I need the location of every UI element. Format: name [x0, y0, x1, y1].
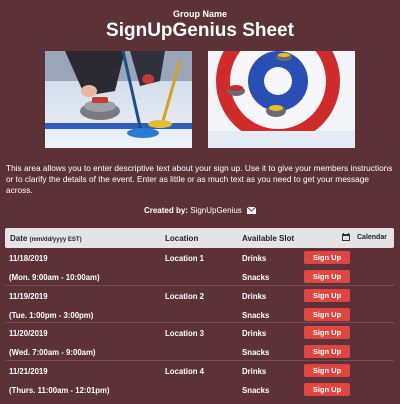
creator-name: SignUpGenius	[190, 206, 242, 215]
sign-up-button[interactable]: Sign Up	[304, 326, 350, 339]
row-location: Location 3	[165, 329, 204, 338]
slot-name: Drinks	[242, 254, 267, 263]
row-location: Location 4	[165, 366, 204, 376]
created-by-label: Created by:	[143, 206, 188, 215]
curling-sweeping-photo	[45, 51, 192, 148]
envelope-icon[interactable]	[247, 207, 257, 214]
slot-name: Snacks	[242, 273, 270, 282]
column-date-label: Date	[10, 234, 28, 243]
sign-up-description: This area allows you to enter descriptiv…	[6, 163, 393, 195]
row-time: (Thurs. 11:00am - 12:01pm)	[9, 385, 110, 395]
sign-up-button[interactable]: Sign Up	[304, 382, 350, 396]
column-date: Date (mm/dd/yyyy EST)	[10, 234, 82, 243]
curling-house-photo	[208, 51, 355, 148]
slot-name: Snacks	[242, 310, 270, 320]
table-header: Date (mm/dd/yyyy EST) Location Available…	[5, 228, 394, 248]
sign-up-button[interactable]: Sign Up	[304, 363, 350, 377]
row-date: 11/18/2019	[9, 254, 48, 263]
sign-up-button[interactable]: Sign Up	[304, 270, 350, 283]
row-divider	[5, 322, 394, 323]
group-name: Group Name	[172, 9, 227, 19]
row-date: 11/20/2019	[9, 329, 48, 338]
column-slot: Available Slot	[242, 234, 295, 243]
row-date: 11/21/2019	[9, 366, 48, 376]
slot-name: Drinks	[242, 329, 267, 338]
row-divider	[5, 284, 394, 286]
row-date: 11/19/2019	[9, 291, 48, 301]
slot-name: Snacks	[242, 348, 270, 357]
created-by: Created by: SignUpGenius	[0, 206, 400, 215]
row-divider	[5, 359, 394, 361]
slot-name: Snacks	[242, 385, 270, 395]
calendar-link[interactable]: Calendar	[357, 234, 387, 241]
row-time: (Mon. 9:00am - 10:00am)	[9, 273, 100, 282]
column-location: Location	[165, 234, 199, 243]
row-time: (Tue. 1:00pm - 3:00pm)	[9, 310, 94, 320]
page-title: SignUpGenius Sheet	[106, 20, 294, 41]
calendar-icon[interactable]	[342, 233, 350, 241]
row-time: (Wed. 7:00am - 9:00am)	[9, 348, 96, 357]
row-location: Location 2	[165, 291, 204, 301]
sign-up-table: Date (mm/dd/yyyy EST) Location Available…	[5, 228, 394, 398]
row-location: Location 1	[165, 254, 204, 263]
sign-up-button[interactable]: Sign Up	[304, 251, 350, 264]
sign-up-button[interactable]: Sign Up	[304, 307, 350, 321]
slot-name: Drinks	[242, 291, 267, 301]
sign-up-button[interactable]: Sign Up	[304, 288, 350, 302]
slot-name: Drinks	[242, 366, 267, 376]
sign-up-button[interactable]: Sign Up	[304, 345, 350, 358]
date-format-hint: (mm/dd/yyyy EST)	[29, 237, 82, 243]
